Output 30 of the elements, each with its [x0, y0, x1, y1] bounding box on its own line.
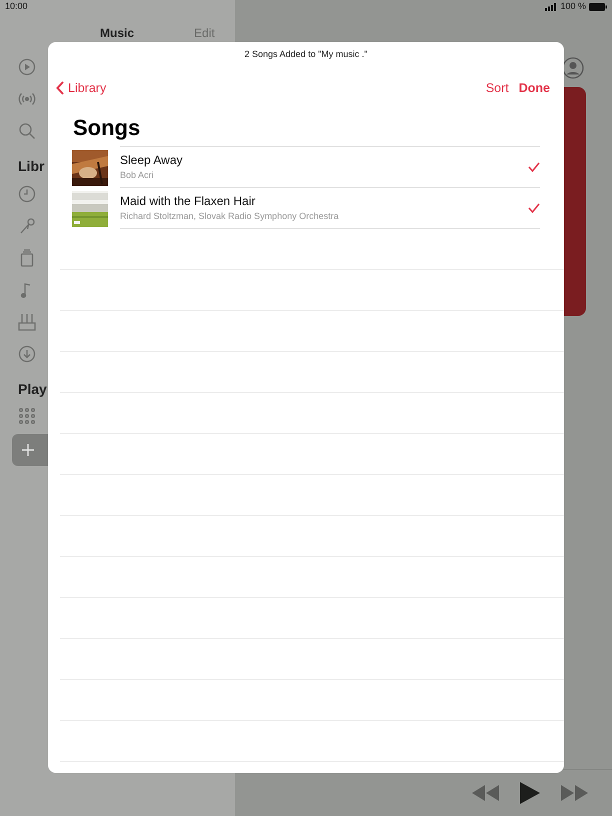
album-stack-icon — [18, 249, 36, 267]
sidebar-title: Music — [100, 25, 134, 42]
play-icon[interactable] — [520, 782, 540, 804]
section-heading: Libr — [18, 157, 44, 176]
done-button[interactable]: Done — [518, 78, 550, 98]
section-heading: Play — [18, 380, 47, 399]
song-title: Sleep Away — [120, 153, 184, 168]
banner-message: 2 Songs Added to "My music ." — [244, 48, 368, 62]
battery-icon — [589, 3, 607, 11]
grid-icon — [18, 407, 36, 425]
song-artist: Bob Acri — [120, 169, 155, 181]
microphone-icon — [18, 217, 36, 235]
battery-percentage: 100 % — [560, 0, 586, 14]
fast-forward-icon[interactable] — [560, 785, 588, 801]
sort-button[interactable]: Sort — [486, 78, 509, 98]
song-title: Maid with the Flaxen Hair — [120, 194, 256, 209]
page-title: Songs — [73, 114, 140, 142]
rewind-icon[interactable] — [472, 785, 500, 801]
profile-icon[interactable] — [562, 57, 584, 79]
chevron-left-icon — [56, 81, 64, 95]
song-artist: Richard Stoltzman, Slovak Radio Symphony Orchestra — [120, 210, 340, 222]
edit-button[interactable]: Edit — [194, 24, 215, 42]
status-time: 10:00 — [5, 0, 28, 14]
back-button[interactable]: Library — [56, 78, 106, 98]
download-icon — [18, 345, 36, 363]
play-circle-icon — [18, 58, 36, 76]
plus-icon — [22, 444, 34, 456]
signal-icon — [545, 3, 558, 11]
search-icon — [18, 122, 36, 140]
clock-icon — [18, 185, 36, 203]
